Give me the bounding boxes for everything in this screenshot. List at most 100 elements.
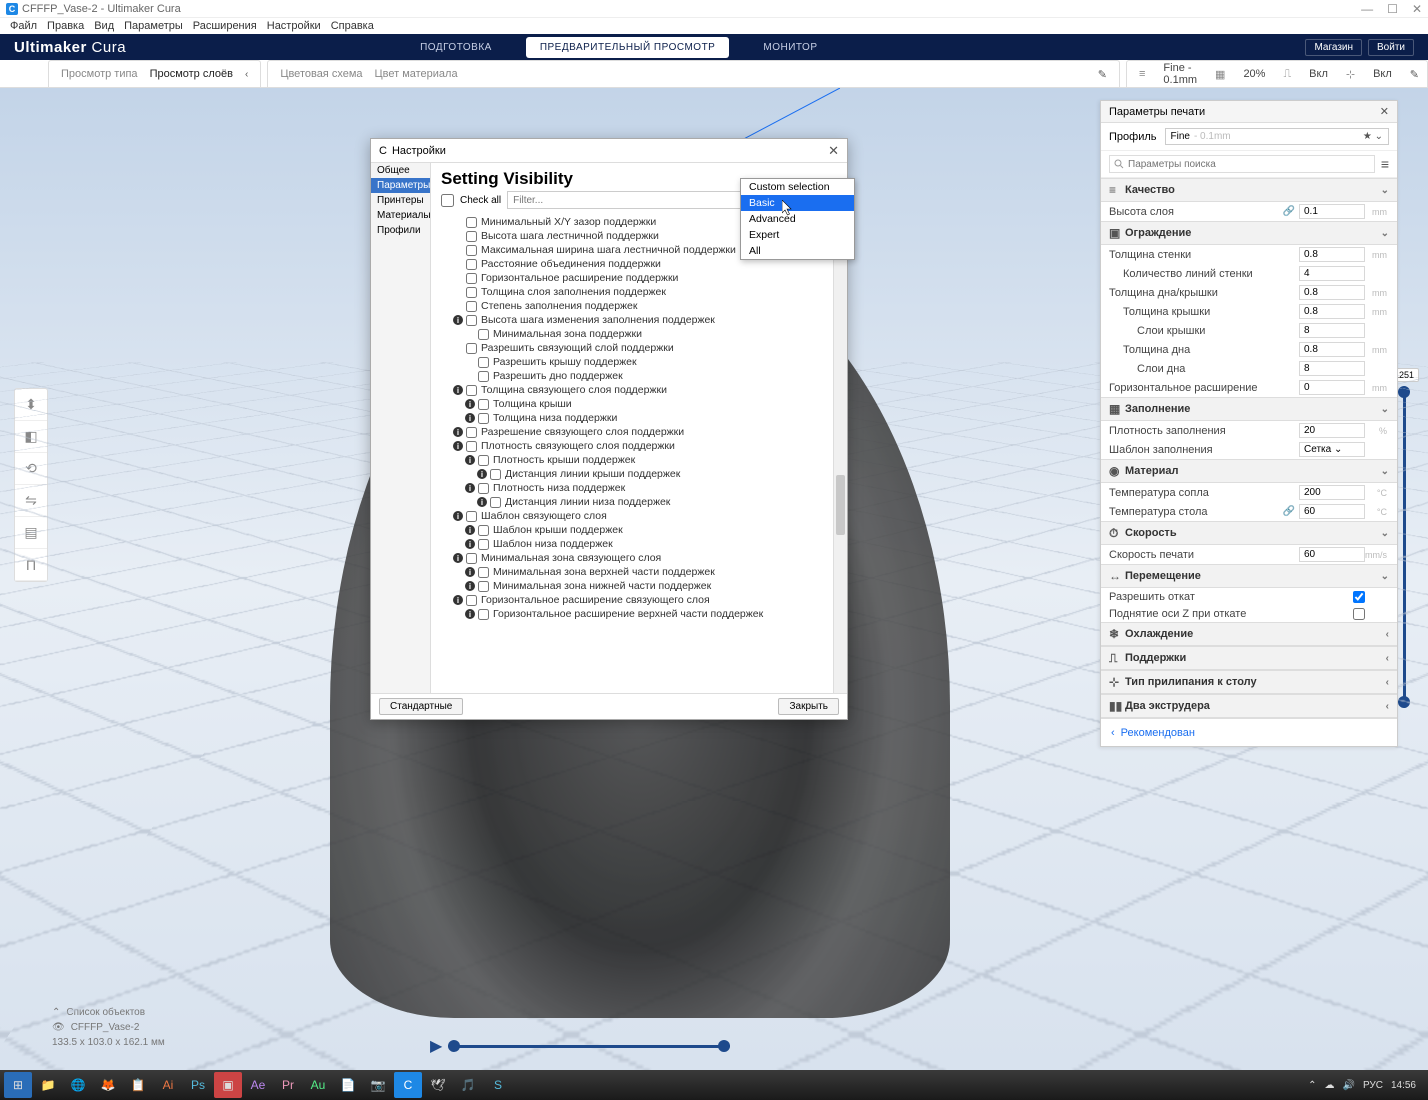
settings-search-input[interactable] [1109,155,1375,173]
menu-расширения[interactable]: Расширения [193,20,257,32]
setting-checkbox[interactable] [466,511,477,522]
profile-selector[interactable]: Fine - 0.1mm ★ ⌄ [1165,128,1390,145]
category-support[interactable]: ⎍Поддержки‹ [1101,646,1397,670]
setting-checkbox[interactable] [478,329,489,340]
setting-checkbox[interactable] [466,217,477,228]
taskbar[interactable]: ⊞ 📁 🌐 🦊 📋 Ai Ps ▣ Ae Pr Au 📄 📷 C 🕊 🎵 S ⌃… [0,1070,1428,1100]
print-settings-summary[interactable]: ≡Fine - 0.1mm ▦20% ⎍Вкл ⊹Вкл ✎ [1126,60,1428,87]
setting-checkbox[interactable] [466,301,477,312]
category-quality[interactable]: ≡Качество⌄ [1101,178,1397,202]
tray-icon[interactable]: 🔊 [1342,1080,1354,1091]
taskbar-app[interactable]: Ae [244,1072,272,1098]
link-icon[interactable]: 🔗 [1283,506,1295,517]
tool-mirror[interactable]: ⇋ [15,485,47,517]
taskbar-app[interactable]: Au [304,1072,332,1098]
tool-move[interactable]: ⬍ [15,389,47,421]
setting-checkbox[interactable] [466,231,477,242]
color-scheme-selector[interactable]: Цветовая схема Цвет материала ✎ [267,60,1120,87]
setting-value[interactable]: 4 [1299,266,1365,281]
category-material[interactable]: ◉Материал⌄ [1101,459,1397,483]
setting-checkbox[interactable] [466,273,477,284]
category-infill[interactable]: ▦Заполнение⌄ [1101,397,1397,421]
setting-checkbox[interactable] [478,371,489,382]
minimize-button[interactable]: — [1361,2,1373,16]
setting-checkbox[interactable] [466,315,477,326]
setting-checkbox[interactable] [466,287,477,298]
slider-thumb-bottom[interactable] [1398,696,1410,708]
clock[interactable]: 14:56 [1391,1080,1416,1091]
setting-value[interactable]: 0.8 [1299,247,1365,262]
setting-value[interactable]: 0 [1299,380,1365,395]
dropdown-option[interactable]: All [741,243,854,259]
setting-value[interactable]: 0.8 [1299,285,1365,300]
setting-value[interactable]: 0.8 [1299,342,1365,357]
setting-checkbox[interactable] [478,567,489,578]
menu-файл[interactable]: Файл [10,20,37,32]
category-travel[interactable]: ↔Перемещение⌄ [1101,564,1397,588]
taskbar-app[interactable]: 🦊 [94,1072,122,1098]
tab-monitor[interactable]: МОНИТОР [749,37,831,58]
close-icon[interactable]: ✕ [1380,105,1389,118]
language-indicator[interactable]: РУС [1363,1080,1383,1091]
setting-checkbox[interactable] [478,455,489,466]
tool-rotate[interactable]: ⟲ [15,453,47,485]
setting-checkbox[interactable] [466,245,477,256]
category-shell[interactable]: ▣Ограждение⌄ [1101,221,1397,245]
setting-checkbox[interactable] [478,609,489,620]
menu-настройки[interactable]: Настройки [267,20,321,32]
defaults-button[interactable]: Стандартные [379,698,463,715]
dropdown-option[interactable]: Custom selection [741,179,854,195]
setting-value[interactable]: 200 [1299,485,1365,500]
menu-правка[interactable]: Правка [47,20,84,32]
taskbar-app[interactable]: Pr [274,1072,302,1098]
setting-checkbox[interactable] [478,539,489,550]
tray-icon[interactable]: ☁ [1324,1080,1334,1091]
sidebar-item[interactable]: Параметры [371,178,430,193]
category-cooling[interactable]: ❄Охлаждение‹ [1101,622,1397,646]
setting-checkbox[interactable] [466,595,477,606]
taskbar-app[interactable]: Ai [154,1072,182,1098]
taskbar-app[interactable]: ▣ [214,1072,242,1098]
tray-icon[interactable]: ⌃ [1308,1080,1316,1091]
taskbar-app[interactable]: Ps [184,1072,212,1098]
setting-checkbox[interactable] [478,413,489,424]
tab-preview[interactable]: ПРЕДВАРИТЕЛЬНЫЙ ПРОСМОТР [526,37,730,58]
scrollbar-thumb[interactable] [836,475,845,535]
slider-thumb-left[interactable] [448,1040,460,1052]
sidebar-item[interactable]: Принтеры [371,193,430,208]
sidebar-item[interactable]: Общее [371,163,430,178]
login-button[interactable]: Войти [1368,39,1414,56]
setting-checkbox[interactable] [478,357,489,368]
setting-value[interactable]: 8 [1299,361,1365,376]
setting-checkbox[interactable] [490,497,501,508]
menu-вид[interactable]: Вид [94,20,114,32]
setting-checkbox[interactable] [478,525,489,536]
link-icon[interactable]: 🔗 [1283,206,1295,217]
category-speed[interactable]: ⏱Скорость⌄ [1101,521,1397,545]
menu-справка[interactable]: Справка [331,20,374,32]
setting-checkbox[interactable] [466,343,477,354]
store-button[interactable]: Магазин [1305,39,1362,56]
play-icon[interactable]: ▶ [430,1036,442,1056]
recommended-button[interactable]: ‹ Рекомендован [1101,718,1397,746]
object-list[interactable]: ⌃Список объектов 👁CFFFP_Vase-2 133.5 x 1… [52,1007,165,1052]
menu-параметры[interactable]: Параметры [124,20,183,32]
setting-checkbox[interactable] [466,259,477,270]
setting-checkbox[interactable] [466,427,477,438]
setting-checkbox[interactable] [1353,608,1365,620]
taskbar-app[interactable]: C [394,1072,422,1098]
tool-mesh[interactable]: ▤ [15,517,47,549]
maximize-button[interactable]: ☐ [1387,2,1398,16]
setting-checkbox[interactable] [478,399,489,410]
taskbar-app[interactable]: 📄 [334,1072,362,1098]
taskbar-app[interactable]: ⊞ [4,1072,32,1098]
taskbar-app[interactable]: 📁 [34,1072,62,1098]
taskbar-app[interactable]: 📋 [124,1072,152,1098]
setting-checkbox[interactable] [466,385,477,396]
close-icon[interactable]: ✕ [828,143,839,159]
dropdown-option[interactable]: Advanced [741,211,854,227]
setting-checkbox[interactable] [1353,591,1365,603]
setting-checkbox[interactable] [466,441,477,452]
tool-scale[interactable]: ◧ [15,421,47,453]
view-type-selector[interactable]: Просмотр типа Просмотр слоёв ‹ [48,60,261,87]
